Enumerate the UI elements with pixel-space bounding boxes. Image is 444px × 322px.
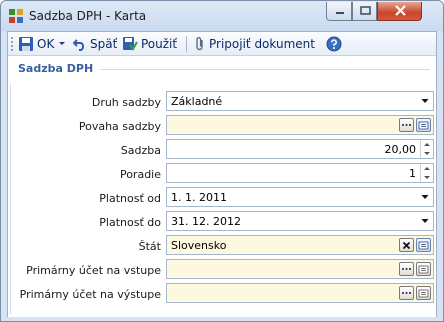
poradie-spin-buttons[interactable] bbox=[420, 164, 432, 182]
platnost-do-label: Platnosť do bbox=[99, 216, 161, 229]
apply-icon bbox=[123, 37, 138, 51]
ucet-vstup-ellipsis-button[interactable] bbox=[399, 262, 414, 276]
minimize-button[interactable] bbox=[326, 2, 352, 21]
apply-label: Použiť bbox=[141, 37, 178, 51]
povaha-sadzby-input[interactable] bbox=[166, 115, 434, 135]
toolbar-grip[interactable] bbox=[11, 37, 13, 51]
close-button[interactable] bbox=[377, 2, 422, 21]
druh-sadzby-dropdown-button[interactable] bbox=[417, 92, 433, 110]
povaha-sadzby-ellipsis-button[interactable] bbox=[399, 118, 414, 132]
close-icon bbox=[395, 5, 406, 16]
ucet-vystup-lookup-button[interactable] bbox=[416, 286, 431, 300]
clear-icon bbox=[402, 241, 411, 249]
sadzba-spinner[interactable]: 20,00 bbox=[166, 139, 434, 159]
title-bar[interactable]: Sadzba DPH - Karta bbox=[1, 1, 443, 31]
spin-down-button[interactable] bbox=[421, 173, 432, 182]
help-button[interactable] bbox=[326, 36, 345, 52]
group-divider bbox=[100, 69, 430, 70]
spin-down-button[interactable] bbox=[421, 149, 432, 158]
ucet-vstup-label: Primárny účet na vstupe bbox=[26, 264, 161, 277]
platnost-od-date[interactable]: 1. 1. 2011 bbox=[166, 187, 434, 207]
spin-up-button[interactable] bbox=[421, 140, 432, 149]
chevron-down-icon bbox=[59, 42, 66, 45]
ucet-vystup-ellipsis-button[interactable] bbox=[399, 286, 414, 300]
ellipsis-icon bbox=[402, 292, 411, 294]
ucet-vystup-label: Primárny účet na výstupe bbox=[19, 288, 161, 301]
druh-sadzby-label: Druh sadzby bbox=[91, 96, 161, 109]
sadzba-value: 20,00 bbox=[384, 142, 417, 156]
poradie-spinner[interactable]: 1 bbox=[166, 163, 434, 183]
platnost-do-value: 31. 12. 2012 bbox=[171, 214, 241, 228]
window-title: Sadzba DPH - Karta bbox=[29, 9, 147, 23]
window: Sadzba DPH - Karta OK Späť Použiť Pripoj… bbox=[0, 0, 444, 322]
sadzba-label: Sadzba bbox=[120, 144, 161, 157]
platnost-do-dropdown-button[interactable] bbox=[417, 212, 433, 230]
ok-label: OK bbox=[37, 37, 55, 51]
spin-down-icon bbox=[423, 152, 430, 155]
chevron-down-icon bbox=[421, 99, 429, 103]
sadzba-spin-buttons[interactable] bbox=[420, 140, 432, 158]
paperclip-icon bbox=[196, 37, 203, 51]
povaha-sadzby-label: Povaha sadzby bbox=[78, 120, 161, 133]
help-icon bbox=[326, 36, 342, 52]
ellipsis-icon bbox=[402, 268, 411, 270]
povaha-sadzby-lookup-button[interactable] bbox=[416, 118, 431, 132]
poradie-value: 1 bbox=[409, 166, 416, 180]
attach-document-button[interactable]: Pripojiť dokument bbox=[194, 36, 315, 52]
platnost-do-date[interactable]: 31. 12. 2012 bbox=[166, 211, 434, 231]
spin-up-icon bbox=[423, 143, 430, 146]
stat-clear-button[interactable] bbox=[399, 238, 414, 252]
stat-input[interactable]: Slovensko bbox=[166, 235, 434, 255]
group-title: Sadzba DPH bbox=[18, 62, 94, 75]
poradie-label: Poradie bbox=[119, 168, 161, 181]
lookup-icon bbox=[418, 241, 429, 249]
chevron-down-icon bbox=[421, 195, 429, 199]
save-icon bbox=[19, 37, 33, 51]
spin-up-icon bbox=[423, 167, 430, 170]
ellipsis-icon bbox=[402, 124, 411, 126]
stat-label: Štát bbox=[138, 240, 161, 253]
form-client-area: OK Späť Použiť Pripojiť dokument Sadzba … bbox=[7, 31, 437, 321]
spin-down-icon bbox=[423, 176, 430, 179]
back-label: Späť bbox=[90, 37, 118, 51]
platnost-od-dropdown-button[interactable] bbox=[417, 188, 433, 206]
platnost-od-value: 1. 1. 2011 bbox=[171, 190, 227, 204]
druh-sadzby-select[interactable]: Základné bbox=[166, 91, 434, 111]
lookup-icon bbox=[418, 121, 429, 129]
stat-value: Slovensko bbox=[171, 238, 227, 252]
ucet-vystup-input[interactable] bbox=[166, 283, 434, 303]
chevron-down-icon bbox=[421, 219, 429, 223]
attach-label: Pripojiť dokument bbox=[209, 37, 315, 51]
maximize-icon bbox=[360, 6, 371, 15]
toolbar-separator bbox=[186, 36, 187, 52]
ucet-vstup-input[interactable] bbox=[166, 259, 434, 279]
maximize-button[interactable] bbox=[352, 2, 377, 21]
stat-lookup-button[interactable] bbox=[416, 238, 431, 252]
spin-up-button[interactable] bbox=[421, 164, 432, 173]
undo-icon bbox=[73, 39, 85, 51]
minimize-icon bbox=[336, 12, 344, 14]
ok-button[interactable]: OK bbox=[18, 36, 70, 52]
ucet-vstup-lookup-button[interactable] bbox=[416, 262, 431, 276]
toolbar: OK Späť Použiť Pripojiť dokument bbox=[8, 32, 436, 56]
lookup-icon bbox=[418, 265, 429, 273]
apply-button[interactable]: Použiť bbox=[122, 36, 177, 52]
platnost-od-label: Platnosť od bbox=[99, 192, 161, 205]
window-bottom-frame bbox=[7, 317, 437, 321]
back-button[interactable]: Späť bbox=[73, 36, 117, 52]
lookup-icon bbox=[418, 289, 429, 297]
druh-sadzby-value: Základné bbox=[171, 94, 223, 108]
app-grid-icon bbox=[9, 9, 23, 23]
